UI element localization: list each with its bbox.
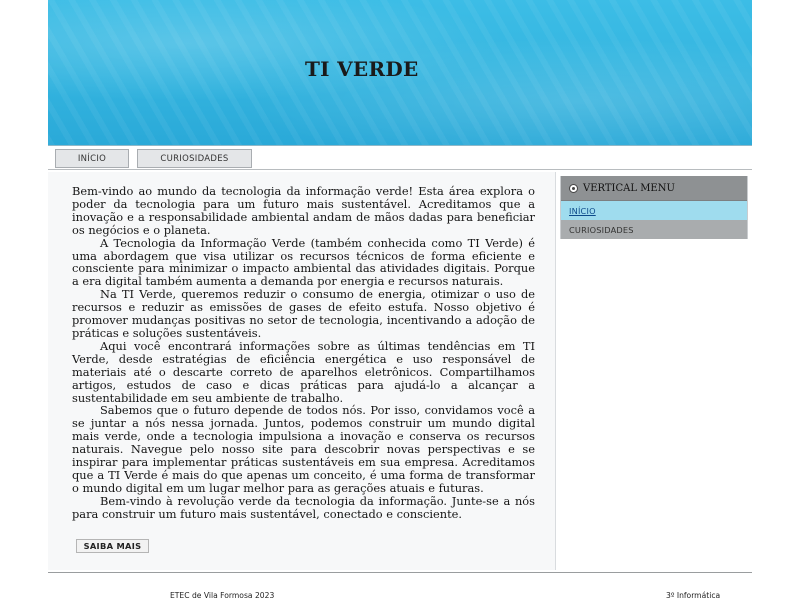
tab-inicio[interactable]: INÍCIO — [55, 149, 129, 168]
bullet-icon — [569, 183, 578, 193]
site-title: TI VERDE — [305, 57, 419, 81]
footer-class: 3º Informática — [666, 591, 721, 600]
footer-school: ETEC de Vila Formosa 2023 — [170, 591, 275, 600]
main-content: Bem-vindo ao mundo da tecnologia da info… — [48, 172, 556, 570]
menu-header: VERTICAL MENU — [561, 176, 747, 201]
article-paragraph: Bem-vindo ao mundo da tecnologia da info… — [72, 184, 535, 237]
top-navigation: INÍCIO CURIOSIDADES — [48, 146, 752, 170]
tab-curiosidades[interactable]: CURIOSIDADES — [137, 149, 252, 168]
article-paragraph: A Tecnologia da Informação Verde (também… — [72, 235, 535, 289]
article-paragraph: Aqui você encontrará informações sobre a… — [72, 338, 535, 405]
vertical-menu: VERTICAL MENU INÍCIO CURIOSIDADES — [560, 176, 748, 239]
article-paragraph: Na TI Verde, queremos reduzir o consumo … — [72, 287, 535, 340]
footer-divider — [48, 572, 752, 573]
saiba-mais-button[interactable]: SAIBA MAIS — [76, 539, 149, 553]
article-paragraph: Sabemos que o futuro depende de todos nó… — [72, 403, 535, 495]
article-paragraph: Bem-vindo à revolução verde da tecnologi… — [72, 493, 535, 521]
sidebar-item-curiosidades[interactable]: CURIOSIDADES — [561, 220, 747, 239]
article-text: Bem-vindo ao mundo da tecnologia da info… — [72, 185, 535, 521]
sidebar-item-inicio[interactable]: INÍCIO — [561, 201, 747, 220]
menu-header-label: VERTICAL MENU — [583, 182, 675, 194]
header-banner: TI VERDE — [48, 0, 752, 146]
